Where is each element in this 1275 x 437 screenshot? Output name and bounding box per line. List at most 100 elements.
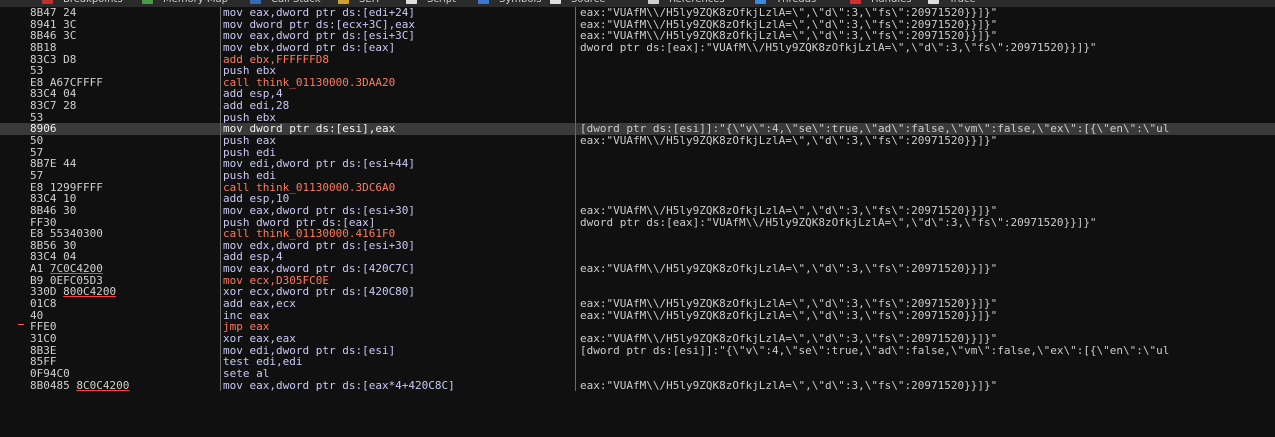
column-divider (575, 158, 576, 170)
instruction-row[interactable]: 8B3E mov edi,dword ptr ds:[esi] [dword ptr… (0, 344, 1275, 357)
instruction-row-current[interactable]: 8906 mov dword ptr ds:[esi],eax [dword ptr… (0, 123, 1275, 136)
column-divider (220, 18, 221, 31)
instruction-row[interactable]: FF30 push dword ptr ds:[eax] dword ptr ds:… (0, 216, 1275, 229)
instruction-row[interactable]: 40 inc eax eax:"VUAfM\\/H5ly9ZQK8zOfkjLzlA… (0, 308, 1275, 322)
tab-handles[interactable]: Handles (850, 0, 911, 7)
instruction-row[interactable]: 57 push edi (0, 147, 1275, 159)
instruction-row[interactable]: 0F94C0 sete al (0, 368, 1275, 380)
instruction-row[interactable]: 83C4 10 add esp,10 (0, 193, 1275, 205)
tab-label: Memory Map (163, 0, 228, 5)
instruction-row[interactable]: B9 0EFC05D3 mov ecx,D305FC0E (0, 275, 1275, 287)
instruction-row[interactable]: 53 push ebx (0, 65, 1275, 77)
column-divider (220, 321, 221, 333)
instruction-row[interactable]: 8B18 mov ebx,dword ptr ds:[eax] dword ptr … (0, 42, 1275, 54)
instruction-comment: eax:"VUAfM\\/H5ly9ZQK8zOfkjLzlA=\",\"d\"… (580, 263, 998, 275)
instruction-row[interactable]: FFE0 jmp eax (0, 321, 1275, 333)
seh-icon (338, 0, 349, 4)
tab-call-stack[interactable]: Call Stack (250, 0, 321, 7)
instruction-row[interactable]: 8B47 24 mov eax,dword ptr ds:[edi+24] eax:… (0, 7, 1275, 19)
tab-seh[interactable]: SEH (338, 0, 379, 7)
instruction-row[interactable]: 8B7E 44 mov edi,dword ptr ds:[esi+44] (0, 158, 1275, 170)
tab-label: Threads (776, 0, 816, 5)
instruction-comment: eax:"VUAfM\\/H5ly9ZQK8zOfkjLzlA=\",\"d\"… (580, 379, 998, 392)
instruction-row[interactable]: 83C4 04 add esp,4 (0, 251, 1275, 264)
instruction-row[interactable]: 8B56 30 mov edx,dword ptr ds:[esi+30] (0, 240, 1275, 252)
instruction-row[interactable]: E8 1299FFFF call think_01130000.3DC6A0 (0, 181, 1275, 194)
tab-script[interactable]: Script (406, 0, 456, 7)
column-divider (220, 169, 221, 182)
column-divider (575, 251, 576, 264)
instruction-row[interactable]: 31C0 xor eax,eax eax:"VUAfM\\/H5ly9ZQK8zOf… (0, 333, 1275, 345)
instruction-row[interactable]: 8941 3C mov dword ptr ds:[ecx+3C],eax eax:… (0, 18, 1275, 31)
column-divider (575, 30, 576, 42)
instruction-text: mov eax,dword ptr ds:[eax*4+420C8C] (223, 378, 455, 392)
instruction-row[interactable]: E8 A67CFFFF call think_01130000.3DAA20 (0, 77, 1275, 89)
column-divider (220, 298, 221, 310)
column-divider (220, 76, 221, 89)
instruction-bytes: 31C0 (30, 331, 57, 345)
column-divider (220, 158, 221, 170)
tab-symbols[interactable]: Symbols (478, 0, 541, 7)
tab-references[interactable]: References (648, 0, 725, 7)
instruction-bytes: 330D 800C4200 (30, 285, 117, 299)
column-divider (575, 53, 576, 66)
instruction-comment: dword ptr ds:[eax]:"VUAfM\\/H5ly9ZQK8zOf… (580, 216, 1097, 229)
instruction-comment: eax:"VUAfM\\/H5ly9ZQK8zOfkjLzlA=\",\"d\"… (580, 135, 998, 147)
column-divider (575, 309, 576, 322)
instruction-text: sete al (223, 366, 270, 380)
column-divider (220, 88, 221, 101)
instruction-row[interactable]: 8B46 3C mov eax,dword ptr ds:[esi+3C] eax:… (0, 30, 1275, 42)
instruction-bytes: FFE0 (30, 320, 57, 334)
column-divider (220, 146, 221, 159)
column-divider (575, 356, 576, 368)
tab-memory-map[interactable]: Memory Map (142, 0, 228, 7)
column-divider (220, 228, 221, 240)
breakpoint-icon (42, 0, 53, 4)
instruction-text: xor eax,eax (223, 331, 296, 345)
column-divider (220, 204, 221, 217)
column-divider (575, 379, 576, 392)
instruction-row[interactable]: 83C3 D8 add ebx,FFFFFFD8 (0, 53, 1275, 66)
instruction-row[interactable]: 01C8 add eax,ecx eax:"VUAfM\\/H5ly9ZQK8zOf… (0, 298, 1275, 310)
tab-label: References (669, 0, 725, 5)
instruction-row[interactable]: 57 push edi (0, 170, 1275, 182)
instruction-row[interactable]: 85FF test edi,edi (0, 356, 1275, 368)
column-divider (220, 367, 221, 380)
instruction-bytes: 8B46 30 (30, 203, 77, 217)
column-divider (575, 111, 576, 124)
tab-source[interactable]: Source (550, 0, 605, 7)
column-divider (575, 286, 576, 299)
instruction-text: push eax (223, 134, 276, 148)
instruction-row[interactable]: 330D 800C4200 xor ecx,dword ptr ds:[420C8… (0, 285, 1275, 299)
instruction-text: add eax,ecx (223, 297, 296, 311)
instruction-row[interactable]: 8B46 30 mov eax,dword ptr ds:[esi+30] eax:… (0, 205, 1275, 217)
instruction-row[interactable]: 50 push eax eax:"VUAfM\\/H5ly9ZQK8zOfkjLzl… (0, 135, 1275, 147)
tab-breakpoints[interactable]: Breakpoints (42, 0, 123, 7)
tab-trace[interactable]: Trace (928, 0, 976, 7)
instruction-row[interactable]: E8 55340300 call think_01130000.4161F0 (0, 228, 1275, 240)
tab-label: Breakpoints (63, 0, 123, 5)
column-divider (220, 286, 221, 299)
instruction-row[interactable]: 83C4 04 add esp,4 (0, 88, 1275, 101)
tab-label: Script (427, 0, 456, 5)
tab-threads[interactable]: Threads (755, 0, 816, 7)
column-divider (575, 65, 576, 77)
column-divider (575, 367, 576, 380)
tab-label: SEH (359, 0, 379, 5)
instruction-bytes: 40 (30, 308, 44, 322)
tab-label: Trace (949, 0, 976, 5)
memory-map-icon (142, 0, 153, 4)
instruction-row[interactable]: A1 7C0C4200 mov eax,dword ptr ds:[420C7C]… (0, 263, 1275, 275)
instruction-row[interactable]: 8B0485 8C0C4200 mov eax,dword ptr ds:[eax… (0, 378, 1275, 392)
instruction-bytes: 50 (30, 134, 44, 148)
call-stack-icon (250, 0, 261, 4)
instruction-row[interactable]: 83C7 28 add edi,28 (0, 100, 1275, 112)
column-divider (575, 298, 576, 310)
column-divider (220, 41, 221, 54)
disassembly-view[interactable]: 8B47 24 mov eax,dword ptr ds:[edi+24] eax:… (0, 7, 1275, 437)
instruction-row[interactable]: 53 push ebx (0, 112, 1275, 124)
tab-label: Symbols (499, 0, 541, 5)
column-divider (220, 379, 221, 392)
column-divider (575, 146, 576, 159)
instruction-bytes: 8B0485 8C0C4200 (30, 378, 130, 392)
